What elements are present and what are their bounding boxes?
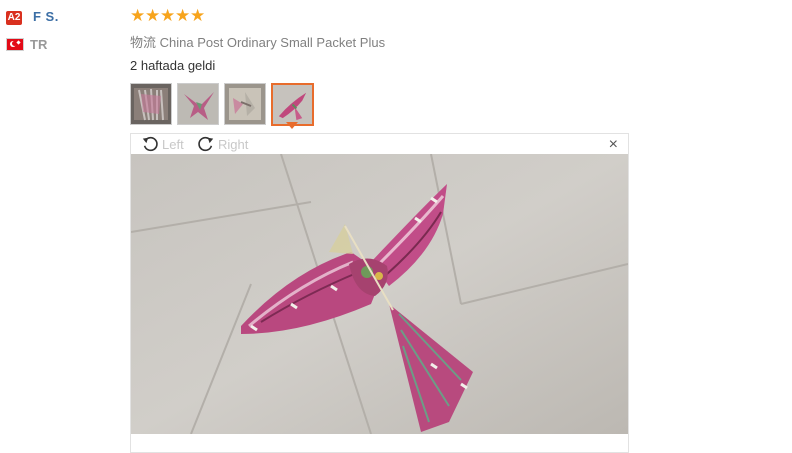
shipping-info: 物流 China Post Ordinary Small Packet Plus	[130, 32, 385, 51]
thumbnail-review-photo-1[interactable]	[130, 83, 172, 125]
rotate-left-button[interactable]: Left	[141, 135, 184, 153]
shipping-label: 物流	[130, 35, 157, 50]
rotate-right-label: Right	[218, 136, 249, 152]
kite-photo-image	[131, 154, 628, 434]
thumbnail-review-photo-2[interactable]	[177, 83, 219, 125]
rotate-right-button[interactable]: Right	[197, 135, 248, 153]
rotate-left-icon	[142, 136, 158, 152]
viewer-toolbar: Left Right ×	[131, 134, 628, 155]
star-icon: ★	[145, 6, 161, 25]
star-rating: ★ ★ ★ ★ ★	[130, 6, 206, 25]
level-badge: A2	[6, 11, 22, 25]
review-text: 2 haftada geldi	[130, 58, 216, 73]
active-thumbnail-indicator	[286, 122, 298, 129]
star-icon: ★	[130, 6, 146, 25]
shipping-method: China Post Ordinary Small Packet Plus	[159, 35, 386, 50]
country-code: TR	[30, 37, 48, 52]
star-icon: ★	[190, 6, 206, 25]
reviewer-name[interactable]: F S.	[33, 9, 59, 24]
thumbnail-review-photo-3[interactable]	[224, 83, 266, 125]
review-photo-large	[131, 154, 628, 434]
rotate-right-icon	[198, 136, 214, 152]
thumbnail-review-photo-4[interactable]	[271, 83, 314, 126]
star-icon: ★	[175, 6, 191, 25]
rotate-left-label: Left	[162, 136, 184, 152]
turkey-flag-icon	[6, 38, 24, 51]
close-viewer-button[interactable]: ×	[609, 137, 618, 153]
photo-viewer: Left Right ×	[130, 133, 629, 453]
star-icon: ★	[160, 6, 176, 25]
